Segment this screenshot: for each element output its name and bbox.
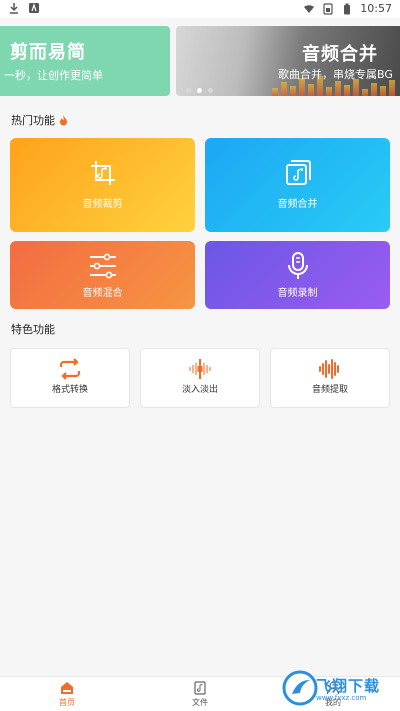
- banner-carousel[interactable]: 剪而易简 一秒，让创作更简单 音频合并 歌曲合并，串烧专属BG: [0, 26, 400, 96]
- banner-right-title: 音频合并: [302, 44, 378, 65]
- watermark-url: www.fxxz.com: [316, 694, 367, 702]
- waveform-icon: [319, 359, 339, 379]
- app-notification-icon: [29, 3, 39, 13]
- banner-left-title: 剪而易简: [10, 42, 86, 63]
- fade-icon: [189, 359, 211, 379]
- clock: 10:57: [360, 2, 392, 15]
- audio-mix-label: 音频混合: [82, 288, 123, 299]
- hot-section-title: 热门功能: [11, 112, 68, 128]
- wifi-icon: [304, 4, 315, 13]
- watermark-text: 飞翔下载: [316, 677, 381, 695]
- audio-cut-label: 音频裁剪: [82, 199, 123, 210]
- nav-home[interactable]: 首页: [37, 681, 97, 708]
- sliders-icon: [89, 253, 116, 279]
- format-convert-card[interactable]: 格式转换: [10, 348, 130, 408]
- nav-file[interactable]: 文件: [170, 681, 230, 708]
- file-icon: [194, 681, 206, 695]
- microphone-icon: [287, 252, 308, 279]
- status-bar: 10:57: [0, 0, 400, 18]
- banner-right-subtitle: 歌曲合并，串烧专属BG: [278, 68, 393, 81]
- sim-icon: [323, 2, 333, 15]
- carousel-dot[interactable]: [208, 88, 213, 93]
- audio-extract-card[interactable]: 音频提取: [270, 348, 390, 408]
- convert-icon: [59, 358, 81, 380]
- fade-card[interactable]: 淡入淡出: [140, 348, 260, 408]
- features-title-text: 特色功能: [11, 323, 55, 336]
- battery-icon: [344, 3, 351, 14]
- banner-left-subtitle: 一秒，让创作更简单: [4, 69, 103, 82]
- nav-file-label: 文件: [192, 698, 208, 707]
- fade-label: 淡入淡出: [181, 385, 218, 395]
- audio-merge-label: 音频合并: [277, 199, 318, 210]
- features-section-title: 特色功能: [11, 321, 55, 337]
- carousel-indicator: [186, 88, 213, 93]
- audio-cut-card[interactable]: 音频裁剪: [10, 138, 195, 232]
- nav-home-label: 首页: [59, 698, 75, 707]
- format-convert-label: 格式转换: [51, 385, 88, 395]
- audio-record-label: 音频录制: [277, 288, 318, 299]
- audio-record-card[interactable]: 音频录制: [205, 241, 390, 309]
- audio-merge-card[interactable]: 音频合并: [205, 138, 390, 232]
- home-icon: [61, 682, 73, 694]
- carousel-dot[interactable]: [186, 88, 191, 93]
- crop-icon: [90, 161, 115, 185]
- banner-slide-current[interactable]: 音频合并 歌曲合并，串烧专属BG: [176, 26, 400, 96]
- music-merge-icon: [285, 160, 311, 185]
- audio-extract-label: 音频提取: [311, 385, 348, 395]
- download-icon: [10, 3, 18, 14]
- hot-title-text: 热门功能: [11, 114, 55, 127]
- carousel-dot-active[interactable]: [197, 88, 202, 93]
- banner-slide-prev[interactable]: 剪而易简 一秒，让创作更简单: [0, 26, 170, 96]
- audio-mix-card[interactable]: 音频混合: [10, 241, 195, 309]
- fire-icon: [60, 114, 67, 125]
